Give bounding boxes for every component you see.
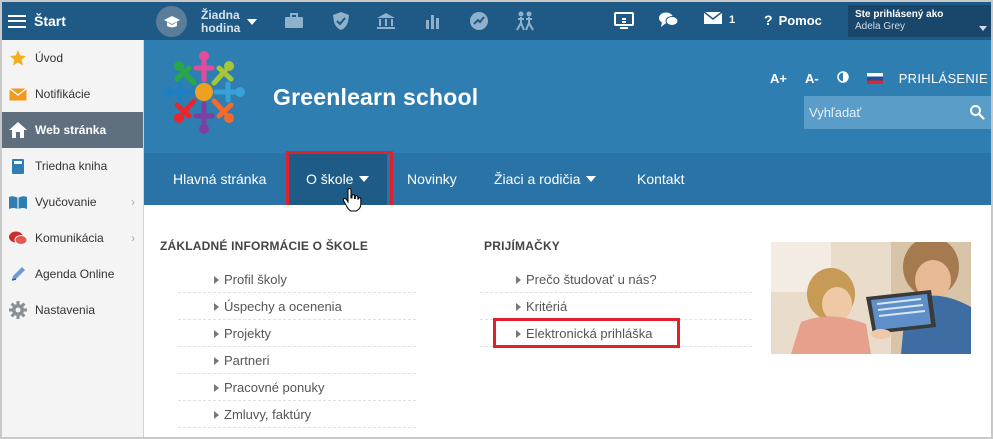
- user-name: Adela Grey: [855, 21, 906, 32]
- contrast-icon[interactable]: [836, 71, 849, 86]
- main-navigation: Hlavná stránka O škole Novinky Žiaci a r…: [144, 153, 991, 205]
- school-logo[interactable]: [156, 44, 252, 140]
- nav-item-label: Žiaci a rodičia: [494, 171, 581, 187]
- search-input[interactable]: [809, 105, 959, 120]
- top-bar: Štart Žiadna hodina 1 ? Pomoc Ste prihlá…: [2, 2, 991, 40]
- sidebar-item-notifikacie[interactable]: Notifikácie: [2, 76, 143, 112]
- search-box: [804, 96, 991, 129]
- gear-icon: [8, 300, 28, 320]
- class-selector[interactable]: Žiadna hodina: [156, 6, 258, 37]
- home-icon: [8, 120, 28, 140]
- font-decrease-button[interactable]: A-: [805, 71, 819, 86]
- sidebar-item-web-stranka[interactable]: Web stránka: [2, 112, 143, 148]
- chevron-right-icon: ›: [131, 231, 135, 245]
- search-icon[interactable]: [969, 104, 985, 120]
- message-count: 1: [729, 14, 736, 26]
- sidebar-item-vyucovanie[interactable]: Vyučovanie ›: [2, 184, 143, 220]
- nav-item-hlavna-stranka[interactable]: Hlavná stránka: [173, 153, 266, 205]
- question-icon: ?: [764, 12, 773, 28]
- menu-item-label: Profil školy: [224, 271, 287, 287]
- bank-icon[interactable]: [375, 10, 397, 32]
- start-menu-button[interactable]: Štart: [2, 2, 142, 40]
- header-tools: A+ A- PRIHLÁSENIE: [770, 71, 991, 86]
- menu-item[interactable]: Kritériá: [480, 293, 752, 320]
- sidebar-item-agenda-online[interactable]: Agenda Online: [2, 256, 143, 292]
- class-label-line2: hodina: [201, 20, 241, 35]
- chevron-down-icon: [979, 26, 987, 31]
- nav-item-label: Kontakt: [637, 171, 685, 187]
- highlight-box: [493, 318, 680, 348]
- shield-icon[interactable]: [330, 10, 352, 32]
- login-link[interactable]: PRIHLÁSENIE: [899, 71, 988, 86]
- sidebar-item-triedna-kniha[interactable]: Triedna kniha: [2, 148, 143, 184]
- screen-cast-icon[interactable]: [614, 11, 634, 34]
- menu-item[interactable]: Prečo študovať u nás?: [480, 266, 752, 293]
- user-menu[interactable]: Ste prihlásený ako Adela Grey: [848, 5, 991, 37]
- menu-list: Profil školy Úspechy a ocenenia Projekty…: [178, 266, 416, 428]
- people-icon[interactable]: [514, 10, 536, 32]
- envelope-icon: [8, 84, 28, 104]
- book-icon: [8, 156, 28, 176]
- help-button[interactable]: ? Pomoc: [764, 12, 822, 28]
- sidebar-item-label: Notifikácie: [35, 87, 91, 101]
- sidebar-item-uvod[interactable]: Úvod: [2, 40, 143, 76]
- chat-bubbles-icon[interactable]: [658, 11, 680, 34]
- open-book-icon: [8, 192, 28, 212]
- menu-item-label: Kritériá: [526, 298, 568, 314]
- star-icon: [8, 48, 28, 68]
- sidebar-item-label: Nastavenia: [35, 303, 96, 317]
- mail-icon[interactable]: [703, 11, 723, 30]
- pen-icon: [8, 264, 28, 284]
- menu-item-label: Pracovné ponuky: [224, 379, 325, 395]
- column-title: ZÁKLADNÉ INFORMÁCIE O ŠKOLE: [160, 239, 369, 253]
- chevron-right-icon: ›: [131, 195, 135, 209]
- site-header: Greenlearn school A+ A- PRIHLÁSENIE: [144, 40, 991, 153]
- sidebar-item-label: Agenda Online: [35, 267, 115, 281]
- app-window: Štart Žiadna hodina 1 ? Pomoc Ste prihlá…: [0, 0, 993, 439]
- sidebar-item-label: Vyučovanie: [35, 195, 97, 209]
- sidebar-item-komunikacia[interactable]: Komunikácia ›: [2, 220, 143, 256]
- start-label: Štart: [34, 13, 66, 29]
- help-label: Pomoc: [778, 13, 822, 28]
- menu-item[interactable]: Partneri: [178, 347, 416, 374]
- nav-item-novinky[interactable]: Novinky: [407, 153, 457, 205]
- progress-icon[interactable]: [468, 10, 490, 32]
- menu-item[interactable]: Úspechy a ocenenia: [178, 293, 416, 320]
- nav-item-kontakt[interactable]: Kontakt: [637, 153, 684, 205]
- hamburger-icon: [8, 14, 26, 28]
- sidebar-item-nastavenia[interactable]: Nastavenia: [2, 292, 143, 328]
- sidebar-item-label: Triedna kniha: [35, 159, 108, 173]
- menu-item[interactable]: Zmluvy, faktúry: [178, 401, 416, 428]
- slovak-flag-icon[interactable]: [866, 73, 883, 84]
- sidebar-item-label: Web stránka: [35, 123, 107, 137]
- graduation-cap-icon: [156, 6, 187, 37]
- chevron-down-icon: [586, 176, 597, 182]
- nav-item-label: Novinky: [407, 171, 457, 187]
- menu-item-label: Projekty: [224, 325, 271, 341]
- briefcase-icon[interactable]: [283, 10, 305, 32]
- sidebar-item-label: Komunikácia: [35, 231, 104, 245]
- bar-chart-icon[interactable]: [422, 10, 444, 32]
- font-increase-button[interactable]: A+: [770, 71, 787, 86]
- menu-item-label: Prečo študovať u nás?: [526, 271, 657, 287]
- sidebar: Úvod Notifikácie Web stránka Triedna kni…: [2, 40, 144, 437]
- chat-icon: [8, 228, 28, 248]
- menu-item-label: Partneri: [224, 352, 270, 368]
- nav-item-ziaci-a-rodicia[interactable]: Žiaci a rodičia: [494, 153, 597, 205]
- user-title: Ste prihlásený ako: [855, 9, 944, 20]
- mega-menu-dropdown: ZÁKLADNÉ INFORMÁCIE O ŠKOLE Profil školy…: [158, 205, 991, 437]
- menu-item-label: Úspechy a ocenenia: [224, 298, 342, 314]
- school-name[interactable]: Greenlearn school: [273, 84, 478, 111]
- class-label-line1: Žiadna: [201, 7, 240, 22]
- column-title: PRIJÍMAČKY: [484, 239, 561, 253]
- menu-item-label: Zmluvy, faktúry: [224, 406, 312, 422]
- sidebar-item-label: Úvod: [35, 51, 64, 65]
- promo-image: [771, 242, 971, 354]
- menu-item[interactable]: Pracovné ponuky: [178, 374, 416, 401]
- hand-cursor-icon: [342, 188, 362, 212]
- nav-item-label: Hlavná stránka: [173, 171, 267, 187]
- menu-item[interactable]: Profil školy: [178, 266, 416, 293]
- menu-item[interactable]: Projekty: [178, 320, 416, 347]
- chevron-down-icon: [247, 18, 258, 25]
